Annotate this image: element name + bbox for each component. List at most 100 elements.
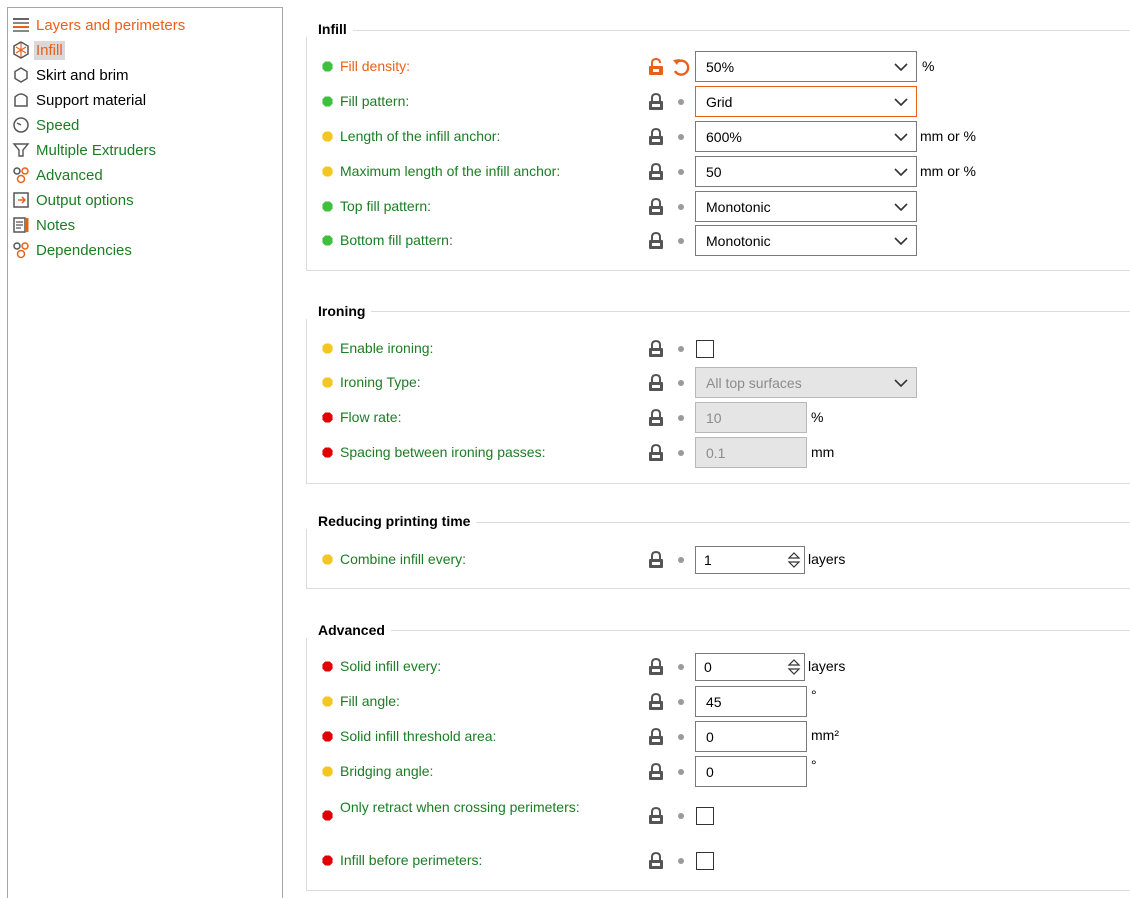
lock-icon[interactable] (646, 762, 666, 782)
lock-icon[interactable] (646, 197, 666, 217)
lock-icon[interactable] (646, 231, 666, 251)
unlocked-icon[interactable] (646, 57, 666, 77)
system-value-dot (678, 699, 684, 705)
chevron-down-icon[interactable] (886, 87, 916, 116)
category-sidebar: Layers and perimeters Infill Skirt and b… (7, 7, 283, 898)
fill-pattern-combo[interactable]: Grid (695, 86, 917, 117)
threshold-area-input[interactable]: 0 (695, 721, 807, 752)
undo-arrow-icon[interactable] (670, 56, 692, 78)
unit-label: layers (808, 551, 846, 567)
lock-icon[interactable] (646, 550, 666, 570)
sidebar-item-label: Skirt and brim (36, 66, 129, 84)
option-ironing-spacing: Spacing between ironing passes: 0.1 mm (306, 437, 1130, 469)
only-retract-checkbox[interactable] (696, 807, 714, 825)
lock-icon[interactable] (646, 373, 666, 393)
bottom-fill-pattern-combo[interactable]: Monotonic (695, 225, 917, 256)
option-label: Spacing between ironing passes: (340, 444, 546, 460)
bridging-angle-input[interactable]: 0 (695, 756, 807, 787)
option-top-fill-pattern: Top fill pattern: Monotonic (306, 191, 1130, 223)
advanced-icon (8, 165, 34, 185)
expert-mode-icon (322, 412, 333, 423)
infill-anchor-combo[interactable]: 600% (695, 121, 917, 152)
option-enable-ironing: Enable ironing: (306, 333, 1130, 365)
lock-icon[interactable] (646, 339, 666, 359)
option-ironing-type: Ironing Type: All top surfaces (306, 367, 1130, 399)
infill-before-perimeters-checkbox[interactable] (696, 852, 714, 870)
layers-icon (8, 15, 34, 35)
option-label: Top fill pattern: (340, 198, 432, 214)
sidebar-item-label: Dependencies (36, 241, 132, 259)
system-value-dot (678, 450, 684, 456)
expert-mode-icon (322, 661, 333, 672)
lock-icon[interactable] (646, 657, 666, 677)
system-value-dot (678, 169, 684, 175)
sidebar-item-label: Notes (36, 216, 76, 234)
advanced-mode-icon (322, 343, 333, 354)
chevron-down-icon[interactable] (886, 192, 916, 221)
notes-icon (8, 215, 34, 235)
option-solid-infill-threshold: Solid infill threshold area: 0 mm² (306, 721, 1130, 753)
option-label: Ironing Type: (340, 374, 421, 390)
combine-infill-spin[interactable]: 1 (695, 546, 805, 574)
sidebar-item-multiple-extruders[interactable]: Multiple Extruders (8, 138, 158, 162)
fill-density-combo[interactable]: 50% (695, 51, 917, 82)
sidebar-item-label: Output options (36, 191, 134, 209)
lock-icon[interactable] (646, 443, 666, 463)
unit-label: % (922, 58, 935, 74)
option-fill-density: Fill density: 50% % (306, 51, 1130, 83)
fill-angle-input[interactable]: 45 (695, 686, 807, 717)
group-title-infill: Infill (306, 21, 353, 37)
system-value-dot (678, 346, 684, 352)
lock-icon[interactable] (646, 727, 666, 747)
option-label: Fill pattern: (340, 93, 410, 109)
chevron-down-icon[interactable] (886, 122, 916, 151)
infill-anchor-max-combo[interactable]: 50 (695, 156, 917, 187)
unit-label: ° (811, 757, 817, 773)
sidebar-item-label: Multiple Extruders (36, 141, 157, 159)
sidebar-item-dependencies[interactable]: Dependencies (8, 238, 134, 262)
sidebar-item-support-material[interactable]: Support material (8, 88, 148, 112)
chevron-down-icon[interactable] (886, 52, 916, 81)
extruder-icon (8, 140, 34, 160)
speed-icon (8, 115, 34, 135)
chevron-down-icon[interactable] (886, 226, 916, 255)
sidebar-item-skirt-and-brim[interactable]: Skirt and brim (8, 63, 131, 87)
lock-icon[interactable] (646, 162, 666, 182)
advanced-mode-icon (322, 696, 333, 707)
lock-icon[interactable] (646, 92, 666, 112)
sidebar-item-infill[interactable]: Infill (8, 38, 65, 62)
ironing-spacing-input[interactable]: 0.1 (695, 437, 807, 468)
ironing-type-combo[interactable]: All top surfaces (695, 367, 917, 398)
lock-icon[interactable] (646, 806, 666, 826)
option-solid-infill-every: Solid infill every: 0 layers (306, 651, 1130, 683)
solid-infill-every-spin[interactable]: 0 (695, 653, 805, 681)
sidebar-item-speed[interactable]: Speed (8, 113, 81, 137)
lock-icon[interactable] (646, 127, 666, 147)
top-fill-pattern-combo[interactable]: Monotonic (695, 191, 917, 222)
lock-icon[interactable] (646, 408, 666, 428)
sidebar-item-advanced[interactable]: Advanced (8, 163, 105, 187)
system-value-dot (678, 769, 684, 775)
spin-arrows-icon[interactable] (784, 547, 804, 573)
chevron-down-icon[interactable] (886, 157, 916, 186)
option-label: Maximum length of the infill anchor: (340, 163, 561, 179)
option-bridging-angle: Bridging angle: 0 ° (306, 756, 1130, 788)
combo-value: 50 (706, 163, 722, 180)
lock-icon[interactable] (646, 692, 666, 712)
sidebar-item-output-options[interactable]: Output options (8, 188, 136, 212)
spin-value: 1 (704, 552, 712, 568)
advanced-mode-icon (322, 377, 333, 388)
system-value-dot (678, 238, 684, 244)
flow-rate-input[interactable]: 10 (695, 402, 807, 433)
advanced-mode-icon (322, 131, 333, 142)
system-value-dot (678, 664, 684, 670)
spin-arrows-icon[interactable] (784, 654, 804, 680)
sidebar-item-layers-and-perimeters[interactable]: Layers and perimeters (8, 13, 187, 37)
sidebar-item-notes[interactable]: Notes (8, 213, 77, 237)
lock-icon[interactable] (646, 851, 666, 871)
option-flow-rate: Flow rate: 10 % (306, 402, 1130, 434)
chevron-down-icon[interactable] (886, 368, 916, 397)
enable-ironing-checkbox[interactable] (696, 340, 714, 358)
combo-value: Monotonic (706, 198, 771, 215)
system-value-dot (678, 415, 684, 421)
